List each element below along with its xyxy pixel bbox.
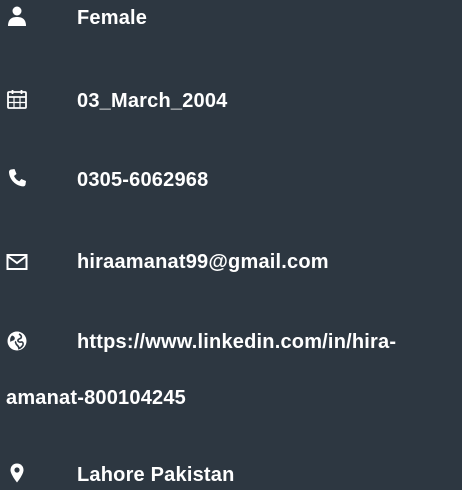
user-icon	[6, 5, 28, 27]
map-marker-icon	[6, 462, 28, 484]
phone-icon	[6, 167, 28, 189]
phone-text: 0305-6062968	[77, 169, 209, 191]
location-text: Lahore Pakistan	[77, 464, 235, 486]
calendar-icon	[6, 88, 28, 110]
globe-icon	[6, 330, 28, 352]
envelope-icon	[6, 251, 28, 273]
gender-text: Female	[77, 7, 148, 29]
contact-info-list: Female 03_March_2004 0305-6062968 hiraam…	[0, 0, 462, 490]
birthdate-text: 03_March_2004	[77, 90, 228, 112]
email-link[interactable]: hiraamanat99@gmail.com	[77, 249, 329, 275]
linkedin-link-continuation[interactable]: amanat-800104245	[6, 385, 186, 411]
linkedin-link[interactable]: https://www.linkedin.com/in/hira-	[77, 329, 396, 355]
